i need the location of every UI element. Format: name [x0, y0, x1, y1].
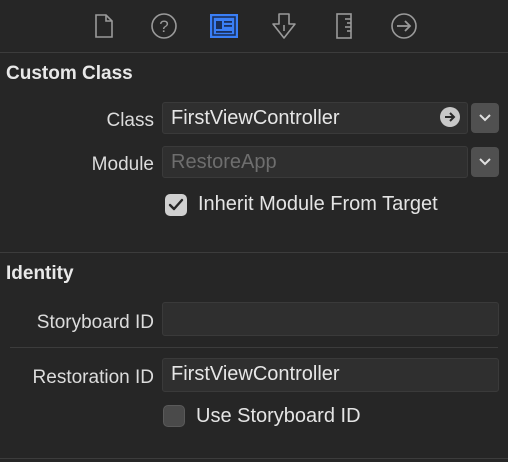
use-storyboard-id-label: Use Storyboard ID [196, 405, 361, 427]
size-inspector-icon[interactable] [328, 10, 360, 42]
use-storyboard-id-checkbox[interactable] [163, 405, 185, 427]
storyboard-id-label: Storyboard ID [36, 312, 154, 333]
identity-inspector-icon[interactable] [208, 10, 240, 42]
attributes-inspector-icon[interactable] [268, 10, 300, 42]
chevron-down-icon [479, 158, 491, 166]
module-placeholder: RestoreApp [171, 151, 277, 173]
class-label: Class [106, 110, 154, 131]
inspector-toolbar: ? [0, 0, 508, 53]
inherit-module-checkbox[interactable] [165, 194, 187, 216]
restoration-id-input[interactable]: FirstViewController [162, 358, 499, 392]
module-dropdown-button[interactable] [471, 147, 499, 177]
module-label: Module [91, 154, 154, 175]
class-value: FirstViewController [171, 107, 340, 129]
svg-text:?: ? [159, 17, 168, 36]
chevron-down-icon [479, 114, 491, 122]
restoration-id-label: Restoration ID [32, 367, 154, 388]
connections-inspector-icon[interactable] [388, 10, 420, 42]
class-combo-field[interactable]: FirstViewController [162, 102, 468, 134]
inherit-module-label: Inherit Module From Target [198, 193, 438, 215]
row-divider [10, 347, 498, 348]
quick-help-icon[interactable]: ? [148, 10, 180, 42]
navigate-to-class-icon[interactable] [440, 107, 460, 127]
bottom-divider [0, 458, 508, 459]
restoration-id-value: FirstViewController [171, 363, 340, 385]
class-dropdown-button[interactable] [471, 103, 499, 133]
section-divider [0, 252, 508, 253]
module-combo-field[interactable]: RestoreApp [162, 146, 468, 178]
storyboard-id-input[interactable] [162, 302, 499, 336]
checkmark-icon [168, 198, 184, 211]
identity-heading: Identity [6, 263, 74, 284]
file-inspector-icon[interactable] [88, 10, 120, 42]
custom-class-heading: Custom Class [6, 63, 133, 84]
